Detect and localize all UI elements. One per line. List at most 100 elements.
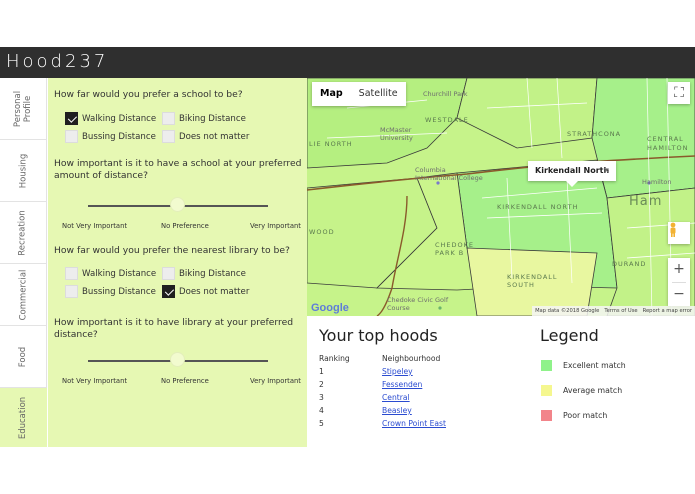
map-label: KIRKENDALL SOUTH: [507, 273, 558, 289]
info-window-title: Kirkendall North: [535, 166, 610, 175]
hood-link-text[interactable]: Beasley: [382, 406, 412, 415]
category-sidebar: Personal Profile Housing Recreation Comm…: [0, 78, 48, 447]
slider-label-mid: No Preference: [161, 222, 209, 230]
terms-link[interactable]: Terms of Use: [604, 308, 637, 314]
tab-commercial[interactable]: Commercial: [0, 264, 47, 326]
neighbourhood-map[interactable]: Map Satellite ⛶ + − Churchill Park WESTD…: [307, 78, 695, 316]
checkbox[interactable]: [162, 267, 175, 280]
school-importance-slider-handle[interactable]: [170, 197, 185, 212]
legend-item-excellent: Excellent match: [541, 360, 626, 371]
map-label: CHEDOKE PARK B: [435, 241, 475, 257]
map-label: Chedoke Civic Golf Course: [387, 296, 449, 312]
map-label: STRATHCONA: [567, 130, 622, 138]
hood-link-text[interactable]: Stipeley: [382, 367, 413, 376]
tab-label: Personal Profile: [13, 90, 33, 127]
library-importance-slider-handle[interactable]: [170, 352, 185, 367]
legend-panel: Legend Excellent match Average match Poo…: [527, 316, 695, 447]
education-questions-panel: How far would you prefer a school to be?…: [48, 78, 307, 447]
legend-label: Excellent match: [563, 361, 626, 370]
map-label: Churchill Park: [423, 90, 468, 98]
app-title: Hood237: [6, 51, 109, 72]
map-footer: Map data ©2018 Google Terms of Use Repor…: [532, 306, 695, 316]
question-school-importance: How important is it to have a school at …: [54, 158, 302, 181]
zoom-out-button[interactable]: −: [668, 283, 690, 305]
zoom-in-button[interactable]: +: [668, 258, 690, 280]
rank-cell: 3: [319, 393, 324, 402]
pegman-icon[interactable]: [668, 222, 690, 244]
map-type-satellite[interactable]: Satellite: [351, 82, 406, 106]
hood-link-text[interactable]: Central: [382, 393, 410, 402]
hood-link[interactable]: Crown Point East: [382, 419, 446, 428]
tab-label: Education: [18, 396, 29, 439]
map-data-credit: Map data ©2018 Google: [535, 308, 600, 314]
fullscreen-icon[interactable]: ⛶: [668, 82, 690, 104]
zoom-controls: + −: [668, 258, 690, 306]
tab-education[interactable]: Education: [0, 388, 47, 447]
hood-link[interactable]: Stipeley: [382, 367, 413, 376]
map-label: Hamilton: [642, 178, 672, 186]
tab-housing[interactable]: Housing: [0, 140, 47, 202]
legend-swatch: [541, 385, 552, 396]
report-error-link[interactable]: Report a map error: [643, 308, 692, 314]
checkbox[interactable]: [65, 112, 78, 125]
option-school-any[interactable]: Does not matter: [162, 130, 249, 143]
pegman-figure: [670, 222, 676, 237]
option-school-biking[interactable]: Biking Distance: [162, 112, 246, 125]
map-label: WOOD: [309, 228, 335, 236]
slider-label-high: Very Important: [250, 377, 301, 385]
checkbox[interactable]: [162, 112, 175, 125]
slider-label-high: Very Important: [250, 222, 301, 230]
tab-food[interactable]: Food: [0, 326, 47, 388]
column-header-neighbourhood: Neighbourhood: [382, 354, 441, 363]
map-label: WESTDALE: [425, 116, 469, 124]
map-label: HAMILTON: [647, 144, 689, 152]
legend-title: Legend: [540, 326, 599, 345]
map-type-toggle: Map Satellite: [312, 82, 406, 106]
legend-label: Poor match: [563, 411, 608, 420]
map-type-map[interactable]: Map: [312, 82, 351, 106]
hood-link-text[interactable]: Crown Point East: [382, 419, 446, 428]
option-library-any[interactable]: Does not matter: [162, 285, 249, 298]
map-label: LIE NORTH: [309, 140, 353, 148]
checkbox[interactable]: [65, 267, 78, 280]
rank-cell: 4: [319, 406, 324, 415]
tab-label: Commercial: [18, 269, 28, 320]
checkbox[interactable]: [65, 285, 78, 298]
option-library-walking[interactable]: Walking Distance: [65, 267, 156, 280]
map-label: Ham: [629, 194, 663, 209]
info-window: Kirkendall North ×: [528, 161, 616, 187]
map-label: CENTRAL: [647, 135, 684, 143]
google-logo: Google: [311, 302, 349, 314]
hood-link[interactable]: Beasley: [382, 406, 412, 415]
checkbox[interactable]: [162, 130, 175, 143]
hood-link[interactable]: Central: [382, 393, 410, 402]
close-icon[interactable]: ×: [603, 161, 610, 181]
option-school-bussing[interactable]: Bussing Distance: [65, 130, 156, 143]
map-label: KIRKENDALL NORTH: [497, 203, 579, 211]
option-school-walking[interactable]: Walking Distance: [65, 112, 156, 125]
tab-personal-profile[interactable]: Personal Profile: [0, 78, 47, 140]
option-label: Walking Distance: [82, 113, 157, 124]
legend-item-poor: Poor match: [541, 410, 607, 421]
rank-cell: 1: [319, 367, 324, 376]
option-library-bussing[interactable]: Bussing Distance: [65, 285, 156, 298]
checkbox[interactable]: [65, 130, 78, 143]
top-hoods-title: Your top hoods: [319, 326, 438, 345]
checkbox[interactable]: [162, 285, 175, 298]
legend-swatch: [541, 410, 552, 421]
option-label: Does not matter: [179, 131, 250, 142]
option-library-biking[interactable]: Biking Distance: [162, 267, 246, 280]
top-bar: Hood237: [0, 47, 695, 78]
tab-label: Recreation: [18, 209, 28, 256]
question-school-distance: How far would you prefer a school to be?: [54, 89, 243, 100]
map-label: DURAND: [612, 260, 647, 268]
column-header-ranking: Ranking: [319, 354, 350, 363]
slider-label-low: Not Very Important: [62, 377, 128, 385]
tab-recreation[interactable]: Recreation: [0, 202, 47, 264]
question-library-importance: How important is it to have library at y…: [54, 317, 294, 340]
rank-cell: 5: [319, 419, 324, 428]
hood-link[interactable]: Fessenden: [382, 380, 422, 389]
legend-swatch: [541, 360, 552, 371]
hood-link-text[interactable]: Fessenden: [382, 380, 422, 389]
map-label: McMaster University: [380, 126, 413, 142]
